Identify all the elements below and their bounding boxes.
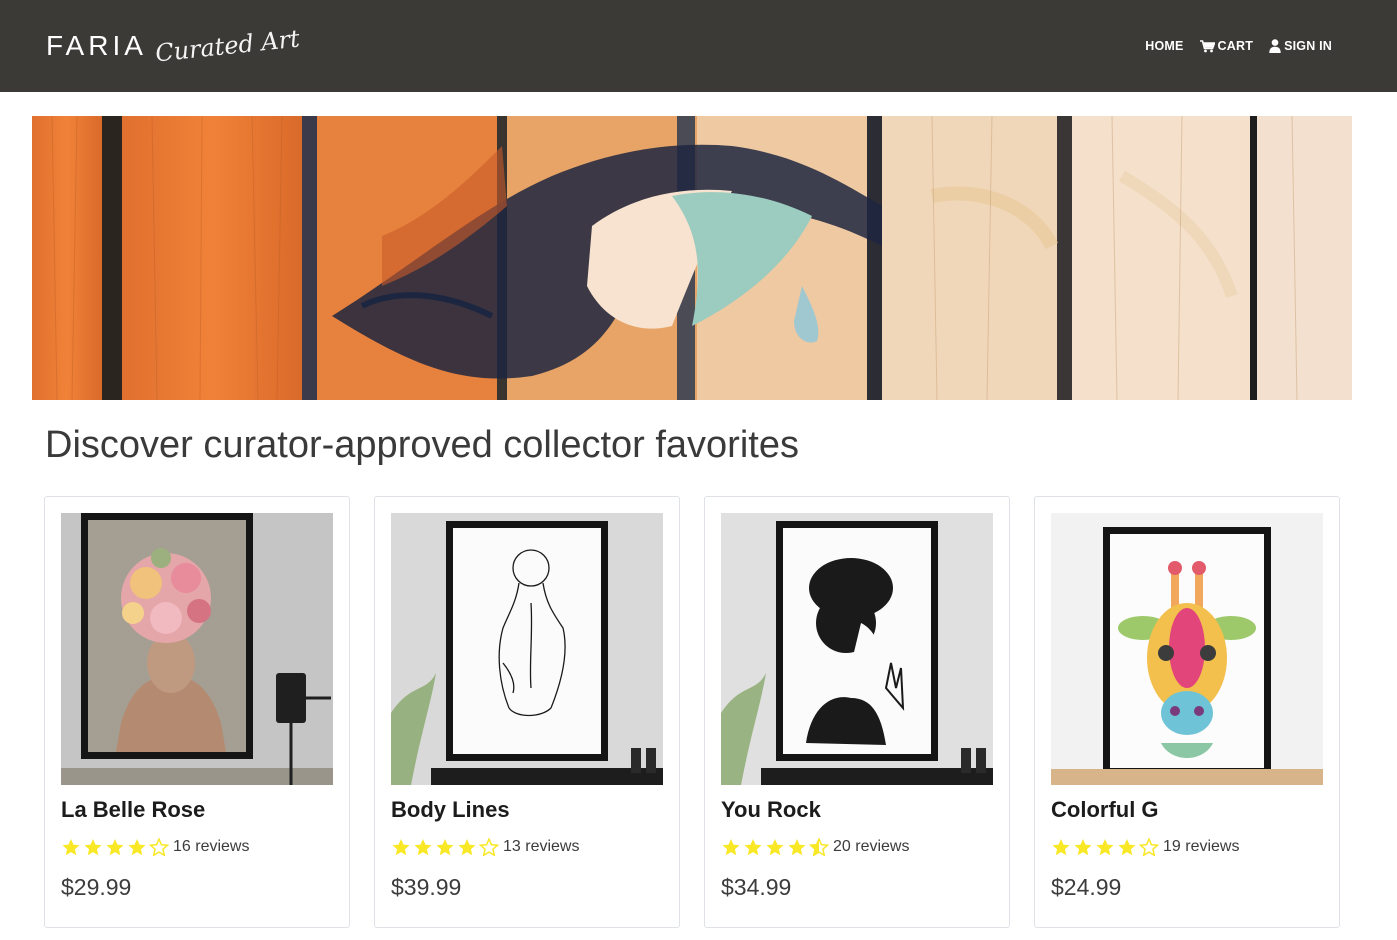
nav-links: HOME CART SIGN IN: [1145, 39, 1332, 53]
hero-painted-fence-image: [32, 116, 1352, 400]
star-full-icon: [458, 839, 476, 856]
star-full-icon: [106, 839, 124, 856]
product-card: Colorful G 19 reviews $24.99: [1034, 496, 1340, 928]
product-title[interactable]: You Rock: [721, 797, 821, 823]
product-card: Body Lines 13 reviews $39.99: [374, 496, 680, 928]
user-icon: [1269, 39, 1281, 53]
star-full-icon: [744, 839, 762, 856]
star-empty-icon: [149, 838, 169, 856]
product-rating: 20 reviews: [721, 838, 909, 856]
nav-cart-label: CART: [1217, 39, 1254, 53]
product-image-link[interactable]: [1051, 513, 1323, 785]
star-full-icon: [1118, 839, 1136, 856]
star-full-icon: [128, 839, 146, 856]
product-image-link[interactable]: [391, 513, 663, 785]
nav-cart-link[interactable]: CART: [1199, 39, 1254, 53]
hero-banner: [32, 116, 1352, 400]
star-full-icon: [1096, 839, 1114, 856]
product-rating: 16 reviews: [61, 838, 249, 856]
nav-signin-link[interactable]: SIGN IN: [1269, 39, 1332, 53]
product-price: $39.99: [391, 874, 462, 900]
navbar: FARIA Curated Art HOME CART SIGN IN: [0, 0, 1397, 92]
product-price: $29.99: [61, 874, 132, 900]
reviews-count: 19 reviews: [1163, 838, 1240, 855]
rating-stars: [721, 838, 829, 856]
nav-signin-label: SIGN IN: [1284, 39, 1332, 53]
star-full-icon: [436, 839, 454, 856]
star-full-icon: [1052, 839, 1070, 856]
rating-stars: [1051, 838, 1159, 856]
section-title: Discover curator-approved collector favo…: [45, 424, 799, 466]
star-full-icon: [788, 839, 806, 856]
product-image-link[interactable]: [721, 513, 993, 785]
product-image-link[interactable]: [61, 513, 333, 785]
reviews-count: 20 reviews: [833, 838, 910, 855]
star-full-icon: [414, 839, 432, 856]
star-full-icon: [1074, 839, 1092, 856]
colorful-giraffe-artwork-image: [1051, 513, 1323, 785]
cart-icon: [1199, 39, 1215, 52]
product-card: You Rock 20 reviews $34.99: [704, 496, 1010, 928]
star-full-icon: [62, 839, 80, 856]
nav-home-label: HOME: [1145, 39, 1184, 53]
rating-stars: [61, 838, 169, 856]
reviews-count: 13 reviews: [503, 838, 580, 855]
nav-home-link[interactable]: HOME: [1145, 39, 1183, 53]
star-half-icon: [809, 838, 829, 856]
brand-name: FARIA: [46, 30, 147, 61]
rock-woman-artwork-image: [721, 513, 993, 785]
floral-portrait-artwork-image: [61, 513, 333, 785]
product-card: La Belle Rose 16 reviews $29.99: [44, 496, 350, 928]
star-full-icon: [766, 839, 784, 856]
product-rating: 13 reviews: [391, 838, 579, 856]
product-title[interactable]: Colorful G: [1051, 797, 1159, 823]
reviews-count: 16 reviews: [173, 838, 250, 855]
star-full-icon: [392, 839, 410, 856]
star-full-icon: [84, 839, 102, 856]
star-full-icon: [722, 839, 740, 856]
brand-logo[interactable]: FARIA Curated Art: [46, 25, 301, 68]
rating-stars: [391, 838, 499, 856]
product-rating: 19 reviews: [1051, 838, 1239, 856]
brand-script: Curated Art: [153, 24, 301, 68]
product-price: $24.99: [1051, 874, 1122, 900]
line-art-figure-artwork-image: [391, 513, 663, 785]
star-empty-icon: [1139, 838, 1159, 856]
star-empty-icon: [479, 838, 499, 856]
product-title[interactable]: Body Lines: [391, 797, 510, 823]
product-title[interactable]: La Belle Rose: [61, 797, 205, 823]
product-price: $34.99: [721, 874, 792, 900]
